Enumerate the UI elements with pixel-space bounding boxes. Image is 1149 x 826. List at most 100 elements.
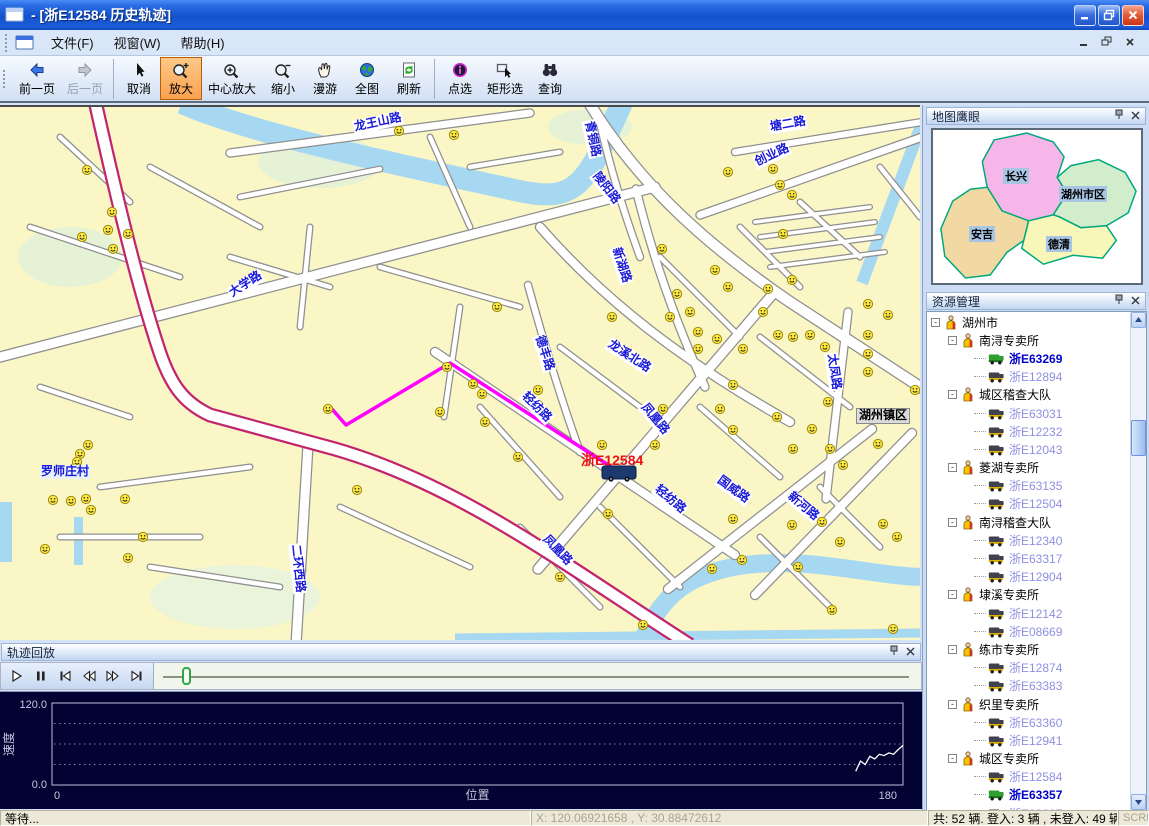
vehicle-marker-icon[interactable] bbox=[40, 544, 49, 553]
mdi-close-button[interactable] bbox=[1125, 35, 1135, 50]
tree-vehicle-row[interactable]: 浙E63269 bbox=[927, 349, 1130, 367]
toolbar-grip[interactable] bbox=[3, 70, 8, 88]
tree-vehicle-row[interactable]: 浙E63357 bbox=[927, 786, 1130, 804]
vehicle-marker-icon[interactable] bbox=[658, 404, 667, 413]
zoom-out-button[interactable]: 缩小 bbox=[262, 57, 304, 100]
vehicle-marker-icon[interactable] bbox=[138, 532, 147, 541]
vehicle-marker-icon[interactable] bbox=[108, 244, 117, 253]
vehicle-marker-icon[interactable] bbox=[807, 424, 816, 433]
vehicle-marker-icon[interactable] bbox=[120, 494, 129, 503]
vehicle-marker-icon[interactable] bbox=[492, 302, 501, 311]
tree-group-row[interactable]: -南浔稽查大队 bbox=[927, 513, 1130, 531]
vehicle-marker-icon[interactable] bbox=[123, 229, 132, 238]
tree-group-row[interactable]: -菱湖专卖所 bbox=[927, 459, 1130, 477]
restore-button[interactable] bbox=[1098, 5, 1120, 26]
vehicle-marker-icon[interactable] bbox=[103, 225, 112, 234]
refresh-button[interactable]: 刷新 bbox=[388, 57, 430, 100]
close-panel-icon[interactable] bbox=[906, 645, 915, 659]
tree-vehicle-row[interactable]: 浙E12904 bbox=[927, 568, 1130, 586]
tree-vehicle-row[interactable]: 浙E08669 bbox=[927, 622, 1130, 640]
playback-slider-track[interactable] bbox=[163, 676, 909, 678]
vehicle-marker-icon[interactable] bbox=[533, 385, 542, 394]
scroll-thumb[interactable] bbox=[1131, 420, 1146, 456]
menu-help[interactable]: 帮助(H) bbox=[171, 30, 235, 55]
vehicle-marker-icon[interactable] bbox=[468, 379, 477, 388]
tree-vehicle-row[interactable]: 浙E12584 bbox=[927, 768, 1130, 786]
vehicle-marker-icon[interactable] bbox=[672, 289, 681, 298]
close-panel-icon[interactable] bbox=[1131, 294, 1140, 308]
vehicle-marker-icon[interactable] bbox=[107, 207, 116, 216]
vehicle-marker-icon[interactable] bbox=[863, 330, 872, 339]
vehicle-marker-icon[interactable] bbox=[555, 572, 564, 581]
close-button[interactable] bbox=[1122, 5, 1144, 26]
vehicle-marker-icon[interactable] bbox=[693, 344, 702, 353]
tree-vehicle-row[interactable]: 浙E12043 bbox=[927, 440, 1130, 458]
vehicle-marker-icon[interactable] bbox=[788, 332, 797, 341]
vehicle-marker-icon[interactable] bbox=[657, 244, 666, 253]
rewind-button[interactable] bbox=[78, 665, 100, 687]
vehicle-marker-icon[interactable] bbox=[72, 457, 81, 466]
next-page-button[interactable]: 后一页 bbox=[61, 57, 109, 100]
vehicle-marker-icon[interactable] bbox=[435, 407, 444, 416]
vehicle-marker-icon[interactable] bbox=[863, 299, 872, 308]
vehicle-marker-icon[interactable] bbox=[910, 385, 919, 394]
vehicle-marker-icon[interactable] bbox=[638, 620, 647, 629]
pause-button[interactable] bbox=[30, 665, 52, 687]
vehicle-marker-icon[interactable] bbox=[793, 562, 802, 571]
tree-vehicle-row[interactable]: 浙E63360 bbox=[927, 713, 1130, 731]
vehicle-marker-icon[interactable] bbox=[878, 519, 887, 528]
vehicle-marker-icon[interactable] bbox=[835, 537, 844, 546]
vehicle-marker-icon[interactable] bbox=[707, 564, 716, 573]
vehicle-marker-icon[interactable] bbox=[48, 495, 57, 504]
tree-group-row[interactable]: -城区专卖所 bbox=[927, 750, 1130, 768]
eagle-eye-map[interactable]: 长兴湖州市区安吉德清 bbox=[931, 128, 1143, 285]
vehicle-marker-icon[interactable] bbox=[775, 180, 784, 189]
tree-vehicle-row[interactable]: 浙E12232 bbox=[927, 422, 1130, 440]
vehicle-marker-icon[interactable] bbox=[873, 439, 882, 448]
vehicle-marker-icon[interactable] bbox=[66, 496, 75, 505]
vehicle-marker-icon[interactable] bbox=[883, 310, 892, 319]
scroll-up-button[interactable] bbox=[1131, 312, 1146, 328]
vehicle-marker-icon[interactable] bbox=[805, 330, 814, 339]
vehicle-marker-icon[interactable] bbox=[728, 514, 737, 523]
tree-group-row[interactable]: -湖州市 bbox=[927, 313, 1130, 331]
menu-window[interactable]: 视窗(W) bbox=[104, 30, 171, 55]
vehicle-marker-icon[interactable] bbox=[778, 229, 787, 238]
rect-select-button[interactable]: 矩形选 bbox=[481, 57, 529, 100]
vehicle-marker-icon[interactable] bbox=[715, 404, 724, 413]
tree-vehicle-row[interactable]: 浙E63317 bbox=[927, 549, 1130, 567]
pin-icon[interactable] bbox=[1114, 294, 1124, 308]
vehicle-marker-icon[interactable] bbox=[533, 400, 542, 409]
point-select-button[interactable]: 点选 bbox=[439, 57, 481, 100]
vehicle-marker-icon[interactable] bbox=[86, 505, 95, 514]
vehicle-marker-icon[interactable] bbox=[763, 284, 772, 293]
tree-vehicle-row[interactable]: 浙E12142 bbox=[927, 604, 1130, 622]
vehicle-marker-icon[interactable] bbox=[77, 232, 86, 241]
vehicle-marker-icon[interactable] bbox=[728, 380, 737, 389]
tree-vehicle-row[interactable]: 浙E12874 bbox=[927, 659, 1130, 677]
play-button[interactable] bbox=[6, 665, 28, 687]
vehicle-marker-icon[interactable] bbox=[693, 327, 702, 336]
playback-slider-thumb[interactable] bbox=[182, 667, 191, 685]
tree-vehicle-row[interactable]: 浙E12504 bbox=[927, 495, 1130, 513]
close-panel-icon[interactable] bbox=[1131, 109, 1140, 123]
tree-group-row[interactable]: -埭溪专卖所 bbox=[927, 586, 1130, 604]
vehicle-marker-icon[interactable] bbox=[728, 425, 737, 434]
scroll-down-button[interactable] bbox=[1131, 794, 1146, 810]
center-zoom-button[interactable]: 中心放大 bbox=[202, 57, 262, 100]
vehicle-marker-icon[interactable] bbox=[787, 275, 796, 284]
tree-group-row[interactable]: -练市专卖所 bbox=[927, 640, 1130, 658]
vehicle-marker-icon[interactable] bbox=[449, 130, 458, 139]
tree-vehicle-row[interactable]: 浙E63031 bbox=[927, 404, 1130, 422]
vehicle-marker-icon[interactable] bbox=[758, 307, 767, 316]
skip-start-button[interactable] bbox=[54, 665, 76, 687]
full-map-button[interactable]: 全图 bbox=[346, 57, 388, 100]
mdi-restore-button[interactable] bbox=[1101, 35, 1113, 50]
vehicle-marker-icon[interactable] bbox=[838, 460, 847, 469]
vehicle-marker-icon[interactable] bbox=[737, 555, 746, 564]
fast-forward-button[interactable] bbox=[102, 665, 124, 687]
vehicle-marker-icon[interactable] bbox=[787, 190, 796, 199]
vehicle-marker-icon[interactable] bbox=[685, 307, 694, 316]
vehicle-marker-icon[interactable] bbox=[712, 334, 721, 343]
vehicle-marker-icon[interactable] bbox=[513, 452, 522, 461]
